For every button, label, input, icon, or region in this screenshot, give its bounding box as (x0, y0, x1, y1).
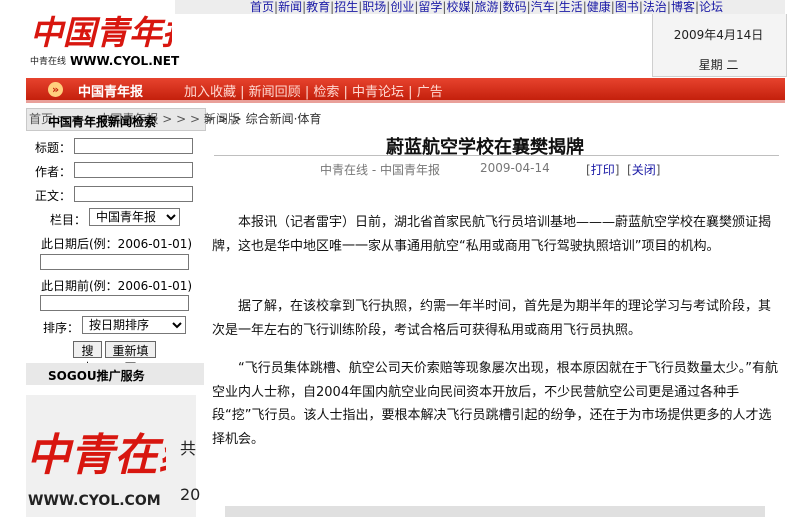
top-nav-link[interactable]: 新闻 (278, 0, 302, 14)
article-paragraph: 据了解，在该校拿到飞行执照，约需一年半时间，首先是为期半年的理论学习与考试阶段，… (212, 299, 772, 338)
current-date: 2009年4月14日 (673, 28, 764, 42)
title-label: 标题： (35, 141, 72, 155)
search-button[interactable]: 搜索 (73, 341, 102, 375)
top-nav-link[interactable]: 法治 (643, 0, 667, 14)
article-date: 2009-04-14 (480, 161, 550, 175)
top-nav-link[interactable]: 首页 (250, 0, 274, 14)
top-nav-link[interactable]: 校媒 (446, 0, 470, 14)
red-bar-link[interactable]: 广告 (417, 85, 443, 100)
cut-off-text: 20 (180, 485, 201, 504)
top-nav-link[interactable]: 旅游 (475, 0, 499, 14)
red-bar-link[interactable]: 检索 (313, 85, 339, 100)
cyol-logo: 中青在线 (26, 430, 166, 481)
cyol-logo-text: 中青在线 (26, 430, 166, 481)
top-nav-link[interactable]: 留学 (418, 0, 442, 14)
top-nav-link[interactable]: 生活 (559, 0, 583, 14)
current-weekday: 星期 二 (698, 58, 739, 72)
top-nav-link[interactable]: 图书 (615, 0, 639, 14)
article-paragraph: “飞行员集体跳槽、航空公司天价索赔等现象屡次出现，根本原因就在于飞行员数量太少。… (212, 361, 778, 447)
cut-off-text: 共 (180, 439, 197, 458)
arrow-circle-icon: » (48, 82, 63, 97)
title-input[interactable] (74, 138, 193, 154)
sort-select[interactable]: 按日期排序 (82, 316, 186, 334)
top-nav-link[interactable]: 博客 (671, 0, 695, 14)
print-link[interactable]: 打印 (591, 163, 615, 177)
reset-button[interactable]: 重新填写 (105, 341, 156, 375)
close-link[interactable]: 关闭 (632, 163, 656, 177)
title-divider (214, 155, 779, 156)
logo-url: WWW.CYOL.NET (70, 54, 180, 68)
red-bar-title: 中国青年报 (78, 85, 144, 100)
top-nav-link[interactable]: 创业 (390, 0, 414, 14)
sort-label: 排序： (43, 321, 80, 335)
top-nav-link[interactable]: 健康 (587, 0, 611, 14)
logo-text: 中国青年报 (30, 13, 172, 52)
red-bar-link[interactable]: 新闻回顾 (249, 85, 301, 100)
article-source: 中青在线 - 中国青年报 (320, 163, 440, 177)
top-nav-link[interactable]: 数码 (503, 0, 527, 14)
red-bar-links: 加入收藏 | 新闻回顾 | 检索 | 中青论坛 | 广告 (184, 81, 443, 100)
top-nav-link[interactable]: 汽车 (531, 0, 555, 14)
red-bar-link[interactable]: 加入收藏 (184, 85, 236, 100)
red-bar-link[interactable]: 中青论坛 (352, 85, 404, 100)
before-date-input[interactable] (40, 295, 189, 311)
body-label: 正文： (35, 189, 72, 203)
red-bar-separator: | (339, 85, 353, 100)
red-bar-separator: | (404, 85, 417, 100)
body-input[interactable] (74, 186, 193, 202)
top-nav-link[interactable]: 招生 (334, 0, 358, 14)
logo-subtitle: 中青在线 (30, 57, 67, 67)
column-select[interactable]: 中国青年报 (89, 208, 180, 226)
before-date-label: 此日期前(例：2006-01-01) (41, 279, 193, 293)
author-label: 作者： (35, 165, 72, 179)
search-panel-title: 中国青年报新闻检索 (48, 115, 157, 129)
red-bar-separator: | (236, 85, 249, 100)
after-date-label: 此日期后(例：2006-01-01) (41, 237, 193, 251)
breadcrumb-tail[interactable]: > > > 综合新闻·体育 (204, 110, 321, 127)
top-nav-link[interactable]: 职场 (362, 0, 386, 14)
column-label: 栏目： (50, 213, 87, 227)
author-input[interactable] (74, 162, 193, 178)
sogou-promo-label[interactable]: SOGOU推广服务 (48, 367, 145, 384)
top-nav-link[interactable]: 教育 (306, 0, 330, 14)
article-paragraph: 本报讯（记者雷宇）日前，湖北省首家民航飞行员培训基地———蔚蓝航空学校在襄樊颁证… (212, 215, 772, 254)
top-nav-links: 首页|新闻|教育|招生|职场|创业|留学|校媒|旅游|数码|汽车|生活|健康|图… (250, 0, 723, 15)
article-actions: [打印] [关闭] (586, 163, 661, 177)
top-nav-link[interactable]: 论坛 (699, 0, 723, 14)
cyol-url: WWW.CYOL.COM (28, 493, 161, 509)
bottom-bar (225, 506, 765, 517)
after-date-input[interactable] (40, 254, 189, 270)
red-nav-bar-shadow (26, 100, 785, 103)
red-bar-separator: | (300, 85, 314, 100)
